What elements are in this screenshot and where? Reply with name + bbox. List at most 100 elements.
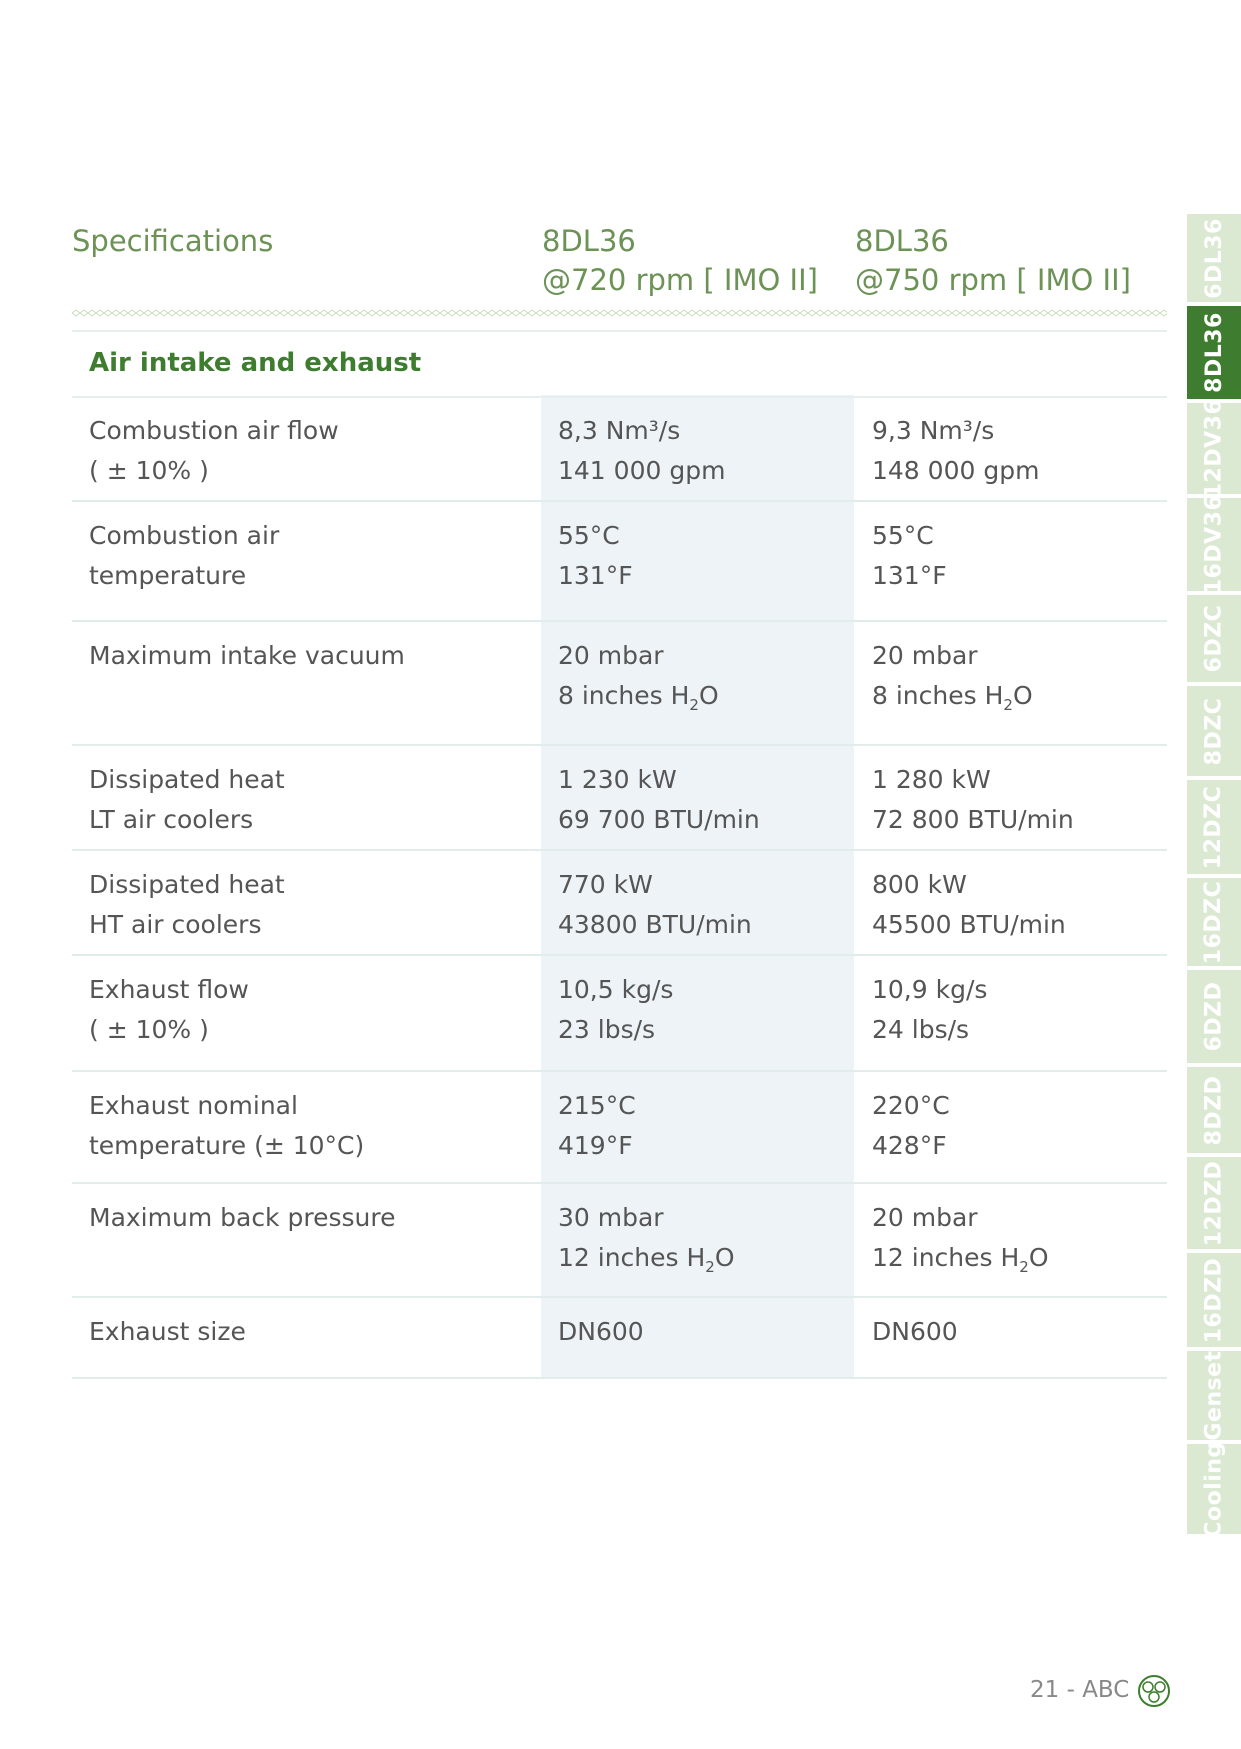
cell-line: 12 inches H2O	[872, 1243, 1049, 1276]
subscript: 2	[1003, 696, 1013, 714]
cell-line: 20 mbar	[558, 641, 664, 670]
cell-label: Dissipated heat LT air coolers	[89, 760, 285, 840]
section-air-intake: Air intake and exhaust	[72, 330, 1167, 398]
cell-value-750: 10,9 kg/s 24 lbs/s	[872, 970, 987, 1050]
tab-label: 8DZC	[1201, 697, 1227, 765]
tab-cooling[interactable]: Cooling	[1187, 1440, 1241, 1538]
tab-8dl36[interactable]: 8DL36	[1187, 306, 1241, 399]
cell-line: 215°C	[558, 1091, 636, 1120]
tab-label: Genset	[1201, 1350, 1227, 1441]
subscript: 2	[705, 1258, 715, 1276]
cell-line: 8,3 Nm³/s	[558, 416, 681, 445]
cell-line: 148 000 gpm	[872, 456, 1040, 485]
cell-line: 10,5 kg/s	[558, 975, 674, 1004]
cell-line: 24 lbs/s	[872, 1015, 970, 1044]
tab-label: 8DZD	[1201, 1075, 1227, 1145]
cell-line: Maximum back pressure	[89, 1203, 396, 1232]
cell-line: 9,3 Nm³/s	[872, 416, 995, 445]
cell-line: 20 mbar	[872, 1203, 978, 1232]
cell-line: ( ± 10% )	[89, 456, 209, 485]
cell-label: Maximum intake vacuum	[89, 636, 405, 676]
cell-line: 220°C	[872, 1091, 950, 1120]
tab-label: 6DZD	[1201, 981, 1227, 1052]
cell-label: Combustion air temperature	[89, 516, 279, 596]
cell-line: 55°C	[558, 521, 620, 550]
cell-line: HT air coolers	[89, 910, 262, 939]
cell-line: Dissipated heat	[89, 870, 285, 899]
cell-line: 43800 BTU/min	[558, 910, 752, 939]
cell-value-720: 20 mbar 8 inches H2O	[558, 636, 719, 725]
tab-label: Cooling	[1201, 1440, 1227, 1538]
tab-label: 8DL36	[1201, 312, 1227, 393]
tab-6dzc[interactable]: 6DZC	[1187, 595, 1241, 682]
cell-value-750: 800 kW 45500 BTU/min	[872, 865, 1066, 945]
tab-16dv36[interactable]: 16DV36	[1187, 495, 1241, 594]
cell-line: Maximum intake vacuum	[89, 641, 405, 670]
cell-line: 20 mbar	[872, 641, 978, 670]
cell-label: Maximum back pressure	[89, 1198, 395, 1238]
cell-line: ( ± 10% )	[89, 1015, 209, 1044]
cell-line: 419°F	[558, 1131, 633, 1160]
header-720-speed: @720 rpm [ IMO II]	[542, 263, 818, 297]
cell-value-720: 10,5 kg/s 23 lbs/s	[558, 970, 673, 1050]
table-row: Maximum back pressure 30 mbar 12 inches H2…	[72, 1182, 1167, 1298]
cell-value-720: 215°C 419°F	[558, 1086, 636, 1166]
cell-value-720: 30 mbar 12 inches H2O	[558, 1198, 735, 1287]
table-row: Combustion air flow ( ± 10% ) 8,3 Nm³/s 141…	[72, 395, 1167, 502]
zigzag-divider	[72, 308, 1167, 318]
tab-16dzd[interactable]: 16DZD	[1187, 1253, 1241, 1347]
tab-genset[interactable]: Genset	[1187, 1350, 1241, 1441]
tab-12dzd[interactable]: 12DZD	[1187, 1157, 1241, 1249]
cell-line: 10,9 kg/s	[872, 975, 988, 1004]
header-750-speed: @750 rpm [ IMO II]	[855, 263, 1131, 297]
tab-label: 16DZD	[1201, 1257, 1227, 1343]
cell-label: Exhaust flow ( ± 10% )	[89, 970, 249, 1050]
table-row: Dissipated heat LT air coolers 1 230 kW 69 …	[72, 744, 1167, 851]
header-specifications: Specifications	[72, 224, 274, 258]
cell-line: 770 kW	[558, 870, 653, 899]
cell-line: Combustion air	[89, 521, 280, 550]
tab-8dzd[interactable]: 8DZD	[1187, 1067, 1241, 1153]
table-row: Exhaust nominal temperature (± 10°C) 215°C…	[72, 1070, 1167, 1184]
cell-line: temperature (± 10°C)	[89, 1131, 365, 1160]
spec-header: Specifications 8DL36 @720 rpm [ IMO II] …	[72, 222, 1167, 302]
subscript: 2	[1019, 1258, 1029, 1276]
cell-label: Dissipated heat HT air coolers	[89, 865, 285, 945]
cell-line: 800 kW	[872, 870, 967, 899]
tab-label: 16DZC	[1201, 880, 1227, 964]
cell-value-720: 1 230 kW 69 700 BTU/min	[558, 760, 760, 840]
cell-line: 30 mbar	[558, 1203, 664, 1232]
tab-label: 16DV36	[1201, 494, 1227, 595]
cell-line: temperature	[89, 561, 247, 590]
tab-16dzc[interactable]: 16DZC	[1187, 878, 1241, 966]
cell-value-750: 9,3 Nm³/s 148 000 gpm	[872, 411, 1039, 491]
cell-value-750: 1 280 kW 72 800 BTU/min	[872, 760, 1074, 840]
cell-line: 69 700 BTU/min	[558, 805, 760, 834]
cell-line: 1 280 kW	[872, 765, 991, 794]
cell-value-720: DN600	[558, 1312, 644, 1352]
cell-label: Exhaust nominal temperature (± 10°C)	[89, 1086, 364, 1166]
header-750rpm: 8DL36 @750 rpm [ IMO II]	[855, 222, 1131, 300]
tab-8dzc[interactable]: 8DZC	[1187, 686, 1241, 776]
cell-line: 72 800 BTU/min	[872, 805, 1074, 834]
cell-line: 8 inches H2O	[558, 681, 719, 714]
table-row: Exhaust flow( ± 10% ) 10,5 kg/s 23 lbs/s 10…	[72, 954, 1167, 1072]
cell-label: Combustion air flow ( ± 10% )	[89, 411, 339, 491]
cell-line: 55°C	[872, 521, 934, 550]
cell-line: 23 lbs/s	[558, 1015, 656, 1044]
cell-value-750: 20 mbar 12 inches H2O	[872, 1198, 1049, 1287]
cell-line: 141 000 gpm	[558, 456, 726, 485]
tab-6dzd[interactable]: 6DZD	[1187, 970, 1241, 1063]
cell-value-750: 220°C 428°F	[872, 1086, 950, 1166]
header-750-model: 8DL36	[855, 224, 949, 258]
cell-line: 8 inches H2O	[872, 681, 1033, 714]
cell-line: Dissipated heat	[89, 765, 285, 794]
tab-6dl36[interactable]: 6DL36	[1187, 214, 1241, 302]
cell-value-750: 55°C 131°F	[872, 516, 947, 596]
cell-line: Exhaust nominal	[89, 1091, 298, 1120]
cell-value-720: 55°C 131°F	[558, 516, 633, 596]
cell-value-750: 20 mbar 8 inches H2O	[872, 636, 1033, 725]
tab-12dv36[interactable]: 12DV36	[1187, 399, 1241, 498]
table-row: Maximum intake vacuum 20 mbar 8 inches H2O…	[72, 620, 1167, 746]
tab-12dzc[interactable]: 12DZC	[1187, 780, 1241, 874]
